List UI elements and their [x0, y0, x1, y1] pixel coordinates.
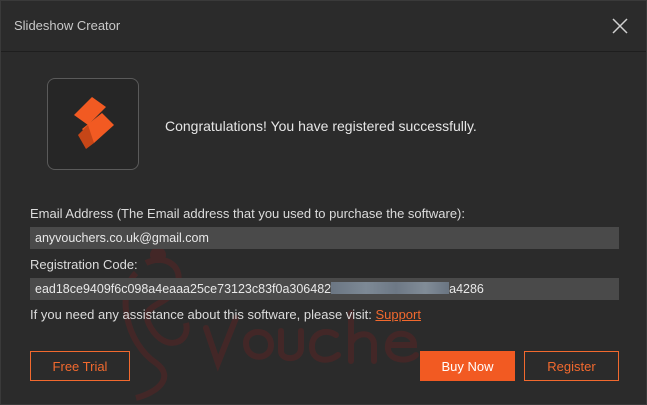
- redacted-block: [331, 282, 450, 294]
- buy-now-button[interactable]: Buy Now: [420, 351, 515, 381]
- title-bar: Slideshow Creator: [1, 1, 646, 52]
- registration-code-label: Registration Code:: [30, 257, 138, 272]
- email-field[interactable]: anyvouchers.co.uk@gmail.com: [30, 227, 619, 249]
- close-icon: [612, 18, 628, 34]
- app-logo-icon: [74, 97, 114, 149]
- registration-code-prefix: ead18ce9409f6c098a4eaaa25ce73123c83f0a30…: [35, 282, 332, 296]
- help-message: If you need any assistance about this so…: [30, 307, 372, 322]
- registration-code-suffix: a4286: [449, 282, 484, 296]
- registration-dialog: Slideshow Creator Congratulations! You h…: [0, 0, 647, 405]
- register-button[interactable]: Register: [524, 351, 619, 381]
- window-title: Slideshow Creator: [14, 18, 121, 33]
- close-button[interactable]: [609, 15, 631, 37]
- email-label: Email Address (The Email address that yo…: [30, 206, 465, 221]
- help-text: If you need any assistance about this so…: [30, 307, 421, 322]
- registration-code-field[interactable]: ead18ce9409f6c098a4eaaa25ce73123c83f0a30…: [30, 278, 619, 300]
- email-value: anyvouchers.co.uk@gmail.com: [35, 231, 209, 245]
- support-link[interactable]: Support: [375, 307, 421, 322]
- success-message: Congratulations! You have registered suc…: [165, 118, 477, 134]
- app-logo-box: [47, 78, 139, 170]
- free-trial-button[interactable]: Free Trial: [30, 351, 130, 381]
